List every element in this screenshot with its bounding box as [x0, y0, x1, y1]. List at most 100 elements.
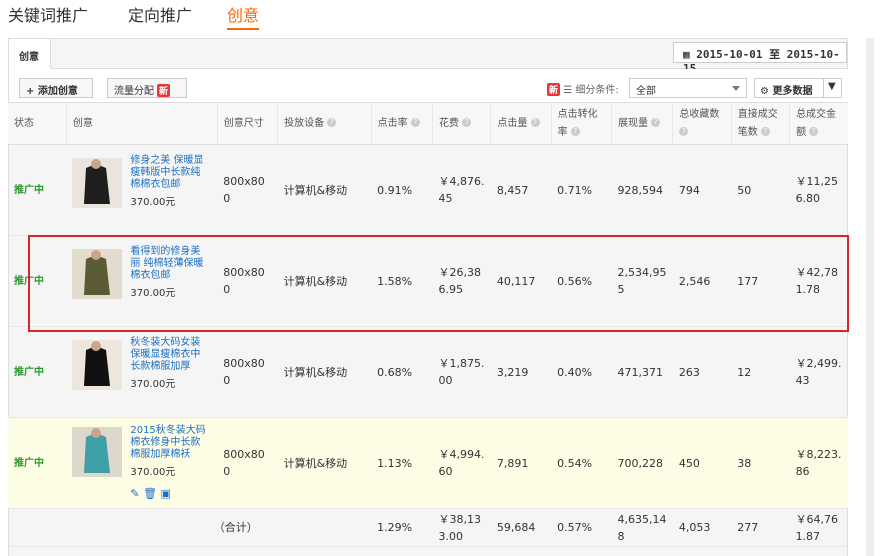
new-badge: 新: [157, 84, 171, 97]
cell-size: 800x800: [217, 144, 278, 236]
help-icon[interactable]: ?: [462, 118, 472, 127]
cell-cost: ￥4,876.45: [432, 144, 491, 236]
col-creative: 创意: [66, 102, 218, 145]
highlight-box: [28, 235, 849, 332]
cell-cost: ￥1,875.00: [432, 326, 491, 418]
table-row: 推广中 修身之美 保暖显瘦韩版中长款纯棉棉衣包邮 370.00元 800x800…: [8, 144, 848, 236]
total-label: （合计）: [66, 508, 372, 547]
cell-revenue: ￥11,256.80: [789, 144, 848, 236]
cell-cvr: 0.40%: [551, 326, 612, 418]
col-impressions[interactable]: 展现量 ?: [611, 102, 674, 145]
filter-label: 细分条件:: [575, 85, 619, 96]
creative-cell: 2015秋冬装大码棉衣修身中长款棉服加厚棉袄 370.00元 ✎ 🗑 ▣: [66, 417, 218, 509]
delete-icon[interactable]: 🗑: [143, 487, 157, 500]
col-device-label: 投放设备: [284, 117, 325, 129]
cell-favorites: 263: [672, 326, 732, 418]
tab-creative[interactable]: 创意: [227, 2, 260, 30]
product-thumbnail[interactable]: [72, 427, 123, 477]
calendar-icon: ▦: [683, 48, 697, 61]
total-impressions: 4,635,148: [611, 508, 673, 547]
col-device[interactable]: 投放设备 ?: [277, 102, 372, 145]
cell-clicks: 7,891: [490, 417, 552, 509]
total-cost: ￥38,133.00: [432, 508, 491, 547]
cell-cvr: 0.54%: [551, 417, 612, 509]
help-icon[interactable]: ?: [651, 118, 661, 127]
sub-tab-creative[interactable]: 创意: [9, 39, 51, 69]
creative-price: 370.00元: [130, 197, 176, 208]
col-favorites[interactable]: 总收藏数 ?: [672, 102, 732, 145]
col-favorites-label: 总收藏数: [679, 108, 720, 120]
status-badge: 推广中: [8, 144, 67, 236]
help-icon[interactable]: ?: [530, 118, 540, 127]
scrollbar[interactable]: [866, 38, 874, 556]
help-icon[interactable]: ?: [570, 127, 580, 136]
col-clicks[interactable]: 点击量 ?: [490, 102, 552, 145]
toolbar: + 添加创意 流量分配新 新 ☰ 细分条件: 全部 ⚙ 更多数据 ▼: [9, 69, 848, 103]
filter-select[interactable]: 全部: [629, 78, 747, 98]
creative-title-link[interactable]: 修身之美 保暖显瘦韩版中长款纯棉棉衣包邮: [130, 155, 206, 191]
gear-icon: ⚙: [760, 86, 769, 97]
col-ctr-label: 点击率: [377, 117, 408, 129]
cell-impressions: 471,371: [611, 326, 673, 418]
preview-icon[interactable]: ▣: [161, 487, 171, 500]
help-icon[interactable]: ?: [760, 127, 770, 136]
tab-keyword-promotion[interactable]: 关键词推广: [8, 2, 88, 26]
table-row: 推广中 秋冬装大码女装保暖显瘦棉衣中长款棉服加厚 370.00元 800x800…: [8, 326, 848, 418]
cell-device: 计算机&移动: [277, 326, 372, 418]
add-creative-button[interactable]: + 添加创意: [19, 78, 93, 98]
col-orders[interactable]: 直接成交笔数 ?: [731, 102, 791, 145]
help-icon[interactable]: ?: [410, 118, 420, 127]
total-orders: 277: [731, 508, 790, 547]
cell-revenue: ￥8,223.86: [789, 417, 848, 509]
total-ctr: 1.29%: [371, 508, 433, 547]
date-range-picker[interactable]: ▦ 2015-10-01 至 2015-10-15: [673, 42, 847, 75]
chevron-down-icon[interactable]: ▼: [828, 81, 836, 92]
col-cost[interactable]: 花费 ?: [432, 102, 492, 145]
cell-size: 800x800: [217, 417, 278, 509]
cell-size: 800x800: [217, 326, 278, 418]
col-cost-label: 花费: [438, 117, 459, 129]
total-cvr: 0.57%: [551, 508, 612, 547]
col-orders-label: 直接成交笔数: [737, 108, 778, 138]
status-badge: 推广中: [8, 326, 67, 418]
cell-ctr: 1.13%: [371, 417, 433, 509]
cell-clicks: 3,219: [490, 326, 552, 418]
cell-clicks: 8,457: [490, 144, 552, 236]
list-icon: ☰: [563, 85, 573, 96]
cell-ctr: 0.91%: [371, 144, 433, 236]
cell-orders: 38: [731, 417, 790, 509]
creative-title-link[interactable]: 2015秋冬装大码棉衣修身中长款棉服加厚棉袄: [130, 425, 206, 461]
cell-revenue: ￥2,499.43: [789, 326, 848, 418]
more-data-button[interactable]: ⚙ 更多数据 ▼: [754, 78, 842, 98]
traffic-allocation-label: 流量分配: [114, 86, 154, 97]
col-clicks-label: 点击量: [497, 117, 528, 129]
total-revenue: ￥64,761.87: [789, 508, 848, 547]
col-cvr[interactable]: 点击转化率 ?: [551, 102, 613, 145]
tab-targeted-promotion[interactable]: 定向推广: [128, 2, 192, 26]
help-icon[interactable]: ?: [327, 118, 337, 127]
new-badge: 新: [547, 83, 561, 96]
creative-price: 370.00元: [130, 467, 176, 478]
creative-title-link[interactable]: 秋冬装大码女装保暖显瘦棉衣中长款棉服加厚: [130, 337, 206, 373]
col-ctr[interactable]: 点击率 ?: [371, 102, 433, 145]
product-thumbnail[interactable]: [72, 340, 123, 390]
creative-cell: 修身之美 保暖显瘦韩版中长款纯棉棉衣包邮 370.00元: [66, 144, 218, 236]
status-text: 推广中: [14, 185, 44, 196]
help-icon[interactable]: ?: [679, 127, 689, 136]
traffic-allocation-button[interactable]: 流量分配新: [107, 78, 187, 98]
col-impressions-label: 展现量: [618, 117, 649, 129]
total-clicks: 59,684: [490, 508, 552, 547]
help-icon[interactable]: ?: [809, 127, 819, 136]
cell-cost: ￥4,994.60: [432, 417, 491, 509]
cell-ctr: 0.68%: [371, 326, 433, 418]
edit-icon[interactable]: ✎: [130, 487, 139, 500]
chevron-down-icon: [732, 86, 740, 91]
col-revenue[interactable]: 总成交金额 ?: [789, 102, 848, 145]
total-row: （合计） 1.29% ￥38,133.00 59,684 0.57% 4,635,148 4…: [8, 508, 848, 547]
product-thumbnail[interactable]: [72, 158, 123, 208]
cell-orders: 50: [731, 144, 790, 236]
cell-favorites: 450: [672, 417, 732, 509]
col-status: 状态: [8, 102, 67, 145]
status-text: 推广中: [14, 367, 44, 378]
cell-orders: 12: [731, 326, 790, 418]
